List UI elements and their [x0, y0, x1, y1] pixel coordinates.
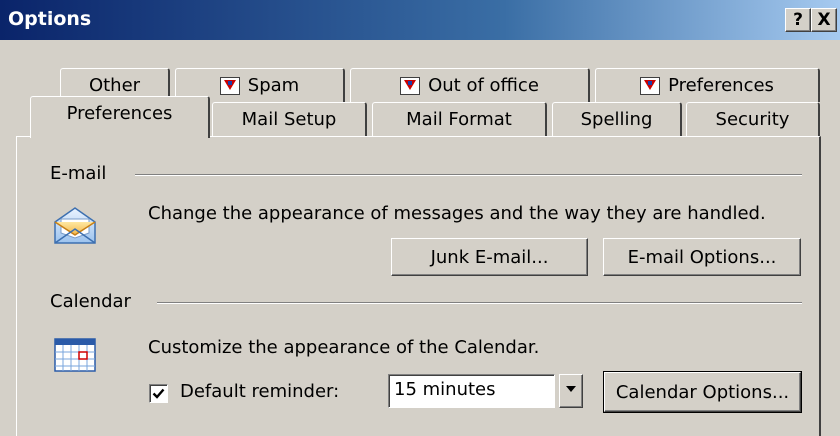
tab-out-of-office-label: Out of office	[428, 75, 539, 96]
addin-flag-icon	[219, 76, 240, 95]
reminder-dropdown-arrow-icon[interactable]	[559, 374, 583, 408]
tab-out-of-office[interactable]: Out of office	[350, 68, 590, 102]
tab-mail-format-label: Mail Format	[406, 109, 512, 130]
tab-other-label: Other	[88, 75, 141, 96]
tab-security[interactable]: Security	[686, 102, 820, 136]
tab-preferences-addin-label: Preferences	[668, 75, 774, 96]
calendar-section-label: Calendar	[50, 291, 131, 312]
email-separator	[135, 174, 802, 176]
calendar-options-button[interactable]: Calendar Options...	[603, 371, 802, 413]
calendar-description: Customize the appearance of the Calendar…	[148, 337, 540, 358]
email-description: Change the appearance of messages and th…	[148, 203, 766, 224]
calendar-separator	[157, 302, 802, 304]
tab-preferences[interactable]: Preferences	[30, 96, 210, 138]
tab-spelling[interactable]: Spelling	[552, 102, 682, 136]
email-options-button[interactable]: E-mail Options...	[603, 238, 801, 276]
tab-spam-label: Spam	[247, 75, 300, 96]
default-reminder-checkbox[interactable]	[149, 384, 168, 403]
tab-mail-format[interactable]: Mail Format	[372, 102, 547, 136]
title-bar: Options ? X	[0, 0, 840, 40]
tab-preferences-addin[interactable]: Preferences	[595, 68, 820, 102]
envelope-icon	[54, 207, 96, 244]
calendar-icon	[54, 338, 96, 372]
close-button[interactable]: X	[811, 8, 837, 32]
help-button[interactable]: ?	[785, 8, 811, 32]
tab-security-label: Security	[715, 109, 790, 130]
tab-spelling-label: Spelling	[580, 109, 653, 130]
reminder-time-select[interactable]: 15 minutes	[388, 374, 555, 408]
checkmark-icon	[152, 388, 165, 399]
tab-mail-setup[interactable]: Mail Setup	[212, 102, 367, 136]
addin-flag-icon	[400, 76, 421, 95]
tab-mail-setup-label: Mail Setup	[241, 109, 337, 130]
addin-flag-icon	[640, 76, 661, 95]
email-section-label: E-mail	[50, 163, 107, 184]
window-title: Options	[8, 8, 92, 30]
tab-preferences-label: Preferences	[66, 103, 173, 124]
default-reminder-label: Default reminder:	[180, 381, 340, 402]
junk-email-button[interactable]: Junk E-mail...	[391, 238, 588, 276]
